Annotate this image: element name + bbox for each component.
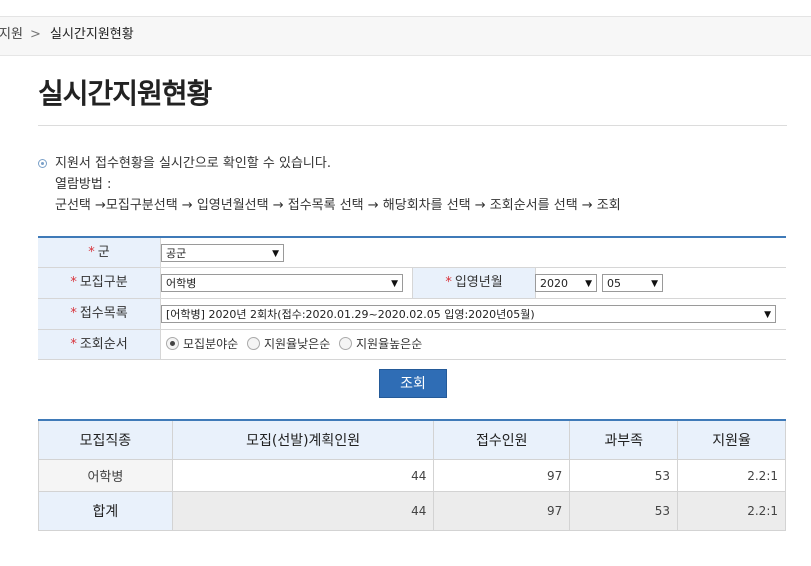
order-label-text: 조회순서: [79, 337, 128, 352]
order-label: * 조회순서: [38, 330, 161, 359]
chevron-down-icon: ▼: [391, 279, 398, 289]
table-total-row: 합계 44 97 53 2.2:1: [38, 491, 786, 531]
cell-rate: 2.2:1: [677, 459, 786, 492]
required-mark: *: [70, 275, 77, 290]
form-row-category: * 모집구분 어학병 ▼ * 입영년월 2020 ▼ 05 ▼: [38, 268, 786, 299]
category-label-text: 모집구분: [79, 275, 128, 290]
total-rate: 2.2:1: [677, 491, 786, 531]
radio-icon: [247, 337, 260, 350]
required-mark: *: [445, 275, 452, 290]
cell-applied: 97: [433, 459, 571, 492]
col-header-type: 모집직종: [38, 419, 173, 460]
army-label-text: 군: [97, 245, 110, 260]
chevron-down-icon: ▼: [651, 279, 658, 289]
army-select-value: 공군: [166, 247, 187, 260]
chevron-down-icon: ▼: [272, 249, 279, 259]
result-table: 모집직종 모집(선발)계획인원 접수인원 과부족 지원율 어학병 44 97 5…: [38, 419, 786, 531]
receipt-label: * 접수목록: [38, 299, 161, 329]
receipt-select-value: [어학병] 2020년 2회차(접수:2020.01.29~2020.02.05…: [166, 308, 535, 321]
order-radio-high[interactable]: 지원율높은순: [339, 337, 422, 351]
col-header-applied: 접수인원: [433, 419, 571, 460]
col-header-plan: 모집(선발)계획인원: [171, 419, 435, 460]
total-label: 합계: [38, 491, 173, 531]
breadcrumb-separator: >: [30, 27, 41, 42]
chevron-down-icon: ▼: [585, 279, 592, 289]
table-row: 어학병 44 97 53 2.2:1: [38, 459, 786, 492]
cell-plan: 44: [171, 459, 435, 492]
order-radio-field[interactable]: 모집분야순: [166, 337, 238, 351]
form-row-army: * 군 공군 ▼: [38, 238, 786, 268]
search-button[interactable]: 조회: [379, 369, 447, 398]
chevron-down-icon: ▼: [764, 310, 771, 320]
col-header-diff: 과부족: [569, 419, 679, 460]
cell-type: 어학병: [38, 459, 173, 492]
category-select-value: 어학병: [166, 277, 197, 290]
enlist-label: * 입영년월: [412, 268, 536, 298]
month-select[interactable]: 05 ▼: [602, 274, 663, 292]
info-box: 지원서 접수현황을 실시간으로 확인할 수 있습니다. 열람방법 : 군선택 →…: [38, 153, 621, 216]
order-radio-low[interactable]: 지원율낮은순: [247, 337, 330, 351]
month-select-value: 05: [607, 277, 621, 290]
cell-diff: 53: [569, 459, 679, 492]
col-header-rate: 지원율: [677, 419, 786, 460]
radio-checked-icon: [166, 337, 179, 350]
year-select-value: 2020: [540, 277, 568, 290]
info-line-1: 지원서 접수현황을 실시간으로 확인할 수 있습니다.: [55, 156, 331, 171]
order-radio-low-label: 지원율낮은순: [264, 337, 331, 351]
required-mark: *: [88, 245, 95, 260]
receipt-select[interactable]: [어학병] 2020년 2회차(접수:2020.01.29~2020.02.05…: [161, 305, 776, 323]
army-select[interactable]: 공군 ▼: [161, 244, 284, 262]
category-select[interactable]: 어학병 ▼: [161, 274, 403, 292]
year-select[interactable]: 2020 ▼: [535, 274, 597, 292]
bullet-icon: [38, 159, 47, 168]
form-row-order: * 조회순서 모집분야순 지원율낮은순 지원율높은순: [38, 330, 786, 360]
total-diff: 53: [569, 491, 679, 531]
info-line-2: 열람방법 :: [55, 177, 112, 192]
form-row-receipt: * 접수목록 [어학병] 2020년 2회차(접수:2020.01.29~2020…: [38, 299, 786, 330]
order-radio-field-label: 모집분야순: [183, 337, 239, 351]
enlist-label-text: 입영년월: [454, 275, 503, 290]
page-title: 실시간지원현황: [38, 77, 212, 110]
required-mark: *: [70, 337, 77, 352]
search-form: * 군 공군 ▼ * 모집구분 어학병 ▼ * 입영년월 2020 ▼ 05 ▼ * 접…: [38, 236, 786, 360]
title-divider: [38, 125, 787, 126]
breadcrumb-current: 실시간지원현황: [50, 27, 134, 42]
required-mark: *: [70, 306, 77, 321]
order-radio-high-label: 지원율높은순: [356, 337, 423, 351]
category-label: * 모집구분: [38, 268, 161, 298]
table-header-row: 모집직종 모집(선발)계획인원 접수인원 과부족 지원율: [38, 419, 786, 460]
total-applied: 97: [433, 491, 571, 531]
breadcrumb-prev[interactable]: 지원: [0, 17, 23, 53]
total-plan: 44: [171, 491, 435, 531]
army-label: * 군: [38, 238, 161, 267]
radio-icon: [339, 337, 352, 350]
breadcrumb: 지원 > 실시간지원현황: [0, 17, 811, 56]
info-line-3: 군선택 →모집구분선택 → 입영년월선택 → 접수목록 선택 → 해당회차를 선…: [55, 198, 621, 213]
receipt-label-text: 접수목록: [79, 306, 128, 321]
